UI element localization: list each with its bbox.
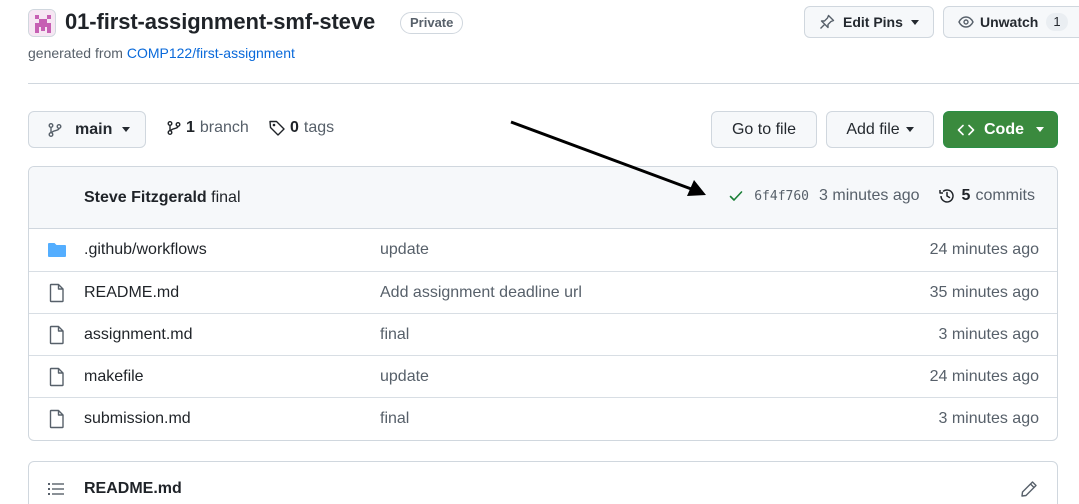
file-icon — [49, 325, 64, 345]
git-branch-icon — [167, 121, 181, 135]
commit-sha-link[interactable]: 6f4f760 — [754, 189, 809, 204]
repo-avatar — [28, 9, 56, 37]
generated-from: generated from COMP122/first-assignment — [28, 45, 295, 61]
file-commit-time: 24 minutes ago — [929, 241, 1039, 258]
tag-count: 0 — [290, 119, 299, 136]
chevron-down-icon — [1036, 127, 1044, 132]
edit-pins-button[interactable]: Edit Pins — [804, 6, 934, 38]
check-icon[interactable] — [728, 188, 744, 204]
branch-label: branch — [199, 119, 249, 136]
commit-message[interactable]: final — [211, 189, 240, 206]
chevron-down-icon — [905, 127, 914, 132]
tag-icon — [269, 120, 285, 136]
template-repo-link[interactable]: COMP122/first-assignment — [127, 45, 295, 61]
file-name-link[interactable]: submission.md — [84, 410, 191, 428]
commit-count: 5 — [961, 187, 971, 204]
file-name-link[interactable]: README.md — [84, 284, 179, 302]
folder-icon — [48, 243, 66, 257]
header-divider — [28, 83, 1079, 84]
code-icon — [957, 124, 975, 135]
edit-pins-label: Edit Pins — [843, 14, 903, 30]
file-commit-message[interactable]: final — [380, 410, 409, 428]
commits-label: commits — [975, 187, 1035, 204]
branch-count: 1 — [186, 119, 195, 136]
file-icon — [49, 409, 64, 429]
file-commit-time: 3 minutes ago — [938, 410, 1039, 427]
tag-label: tags — [303, 119, 335, 136]
latest-commit-summary: Steve Fitzgerald final — [84, 189, 241, 207]
file-row: README.md Add assignment deadline url 35… — [29, 271, 1057, 313]
file-row: .github/workflows update 24 minutes ago — [29, 229, 1057, 271]
file-name-link[interactable]: makefile — [84, 368, 144, 386]
generated-prefix: generated from — [28, 45, 127, 61]
readme-title[interactable]: README.md — [84, 480, 182, 498]
commit-author[interactable]: Steve Fitzgerald — [84, 189, 207, 206]
chevron-down-icon — [122, 127, 131, 132]
code-button[interactable]: Code — [943, 111, 1058, 148]
chevron-down-icon — [910, 19, 919, 25]
go-to-file-button[interactable]: Go to file — [711, 111, 817, 148]
file-name-link[interactable]: .github/workflows — [84, 241, 207, 259]
add-file-label: Add file — [846, 120, 900, 138]
latest-commit-bar: Steve Fitzgerald final 6f4f760 3 minutes… — [29, 167, 1057, 229]
file-icon — [49, 367, 64, 387]
file-commit-message[interactable]: update — [380, 368, 429, 386]
file-row: assignment.md final 3 minutes ago — [29, 313, 1057, 355]
file-icon — [49, 283, 64, 303]
commit-meta: 6f4f760 3 minutes ago 5 commits — [728, 187, 1035, 205]
branch-name: main — [75, 120, 113, 138]
readme-panel: README.md — [28, 461, 1058, 504]
list-icon[interactable] — [47, 480, 65, 498]
file-commit-time: 24 minutes ago — [929, 368, 1039, 385]
pin-icon — [820, 14, 835, 29]
branch-selector-button[interactable]: main — [28, 111, 146, 148]
watch-counter: 1 — [1046, 13, 1068, 31]
git-branch-icon — [48, 122, 62, 137]
add-file-button[interactable]: Add file — [826, 111, 934, 148]
eye-icon — [958, 16, 974, 28]
commit-time: 3 minutes ago — [819, 187, 920, 204]
file-row: submission.md final 3 minutes ago — [29, 397, 1057, 439]
file-commit-message[interactable]: final — [380, 326, 409, 344]
tags-link[interactable]: 0 tags — [268, 119, 334, 137]
commits-history-link[interactable]: 5 commits — [938, 187, 1035, 205]
file-commit-message[interactable]: update — [380, 241, 429, 259]
repo-name-link[interactable]: 01-first-assignment-smf-steve — [65, 9, 375, 35]
file-commit-time: 35 minutes ago — [929, 284, 1039, 301]
file-browser: Steve Fitzgerald final 6f4f760 3 minutes… — [28, 166, 1058, 441]
unwatch-label: Unwatch — [980, 14, 1039, 30]
pencil-icon[interactable] — [1020, 480, 1038, 498]
history-icon — [938, 189, 954, 203]
file-commit-time: 3 minutes ago — [938, 326, 1039, 343]
file-commit-message[interactable]: Add assignment deadline url — [380, 284, 582, 302]
file-name-link[interactable]: assignment.md — [84, 326, 193, 344]
visibility-badge: Private — [400, 12, 464, 34]
unwatch-button[interactable]: Unwatch 1 — [943, 6, 1079, 38]
file-row: makefile update 24 minutes ago — [29, 355, 1057, 397]
code-label: Code — [984, 120, 1024, 138]
branches-link[interactable]: 1 branch — [166, 119, 249, 137]
